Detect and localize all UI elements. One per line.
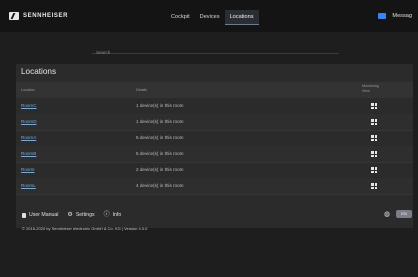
location-details: 5 device(s) in this room [136,151,184,156]
copyright-text: © 2016-2020 by Sennheiser electronic Gmb… [22,226,148,231]
message-icon [378,13,387,19]
location-link[interactable]: RoomB [21,151,36,156]
messages-label: Messag [392,13,412,19]
brand-logo[interactable]: SENNHEISER [9,12,68,20]
footer-links: User Manual ⚙ Settings ⓘ Info [22,212,121,218]
top-bar: SENNHEISER Cockpit Devices Locations Mes… [0,0,418,32]
settings-label: Settings [75,212,95,218]
location-details: 5 device(s) in this room [136,135,184,140]
language-select[interactable]: EN [396,210,412,218]
monitoring-view-icon[interactable] [371,135,377,141]
header-location[interactable]: Location [21,88,35,92]
info-label: Info [112,212,122,218]
nav-locations[interactable]: Locations [224,9,259,25]
monitoring-view-icon[interactable] [371,183,377,189]
table-row: RoomB 5 device(s) in this room [16,146,413,163]
nav-devices[interactable]: Devices [195,10,225,24]
gear-icon: ⚙ [67,212,73,218]
monitoring-view-icon[interactable] [371,151,377,157]
location-link[interactable]: RoomD [21,119,37,124]
globe-icon: ◍ [384,211,391,218]
table-row: RoomA 5 device(s) in this room [16,130,413,147]
search-input[interactable] [92,48,347,57]
location-details: 4 device(s) in this room [136,183,184,188]
info-link[interactable]: ⓘ Info [104,212,122,218]
table-row: RoomC 1 device(s) in this room [16,98,413,115]
info-icon: ⓘ [103,212,110,218]
main-nav: Cockpit Devices Locations [166,9,259,25]
table-row: RoomI 2 device(s) in this room [16,162,413,179]
messages-button[interactable]: Messag [378,13,412,19]
nav-cockpit[interactable]: Cockpit [166,10,195,24]
location-details: 1 device(s) in this room [136,103,184,108]
location-link[interactable]: RoomC [21,103,37,108]
table-row: RoomD 1 device(s) in this room [16,114,413,131]
brand-name: SENNHEISER [23,13,69,19]
location-link[interactable]: RoomA [21,135,36,140]
location-link[interactable]: RoomI [21,167,35,172]
header-monitoring: Monitoring [362,84,379,88]
location-details: 1 device(s) in this room [136,119,184,124]
table-header: Location Details Monitoring View [16,82,413,98]
locations-panel: Locations Location Details Monitoring Vi… [16,64,413,228]
monitoring-view-icon[interactable] [371,103,377,109]
header-monitoring-view: View [362,89,370,93]
book-icon [22,212,26,218]
monitoring-view-icon[interactable] [371,119,377,125]
location-link[interactable]: RoomL [21,183,36,188]
page-title: Locations [21,67,57,76]
table-row: RoomL 4 device(s) in this room [16,178,413,195]
user-manual-label: User Manual [29,212,59,218]
user-manual-link[interactable]: User Manual [22,212,58,218]
location-details: 2 device(s) in this room [136,167,184,172]
header-details[interactable]: Details [136,88,147,92]
sennheiser-logo-icon [9,12,19,20]
search-bar [92,41,347,57]
monitoring-view-icon[interactable] [371,167,377,173]
settings-link[interactable]: ⚙ Settings [67,212,94,218]
